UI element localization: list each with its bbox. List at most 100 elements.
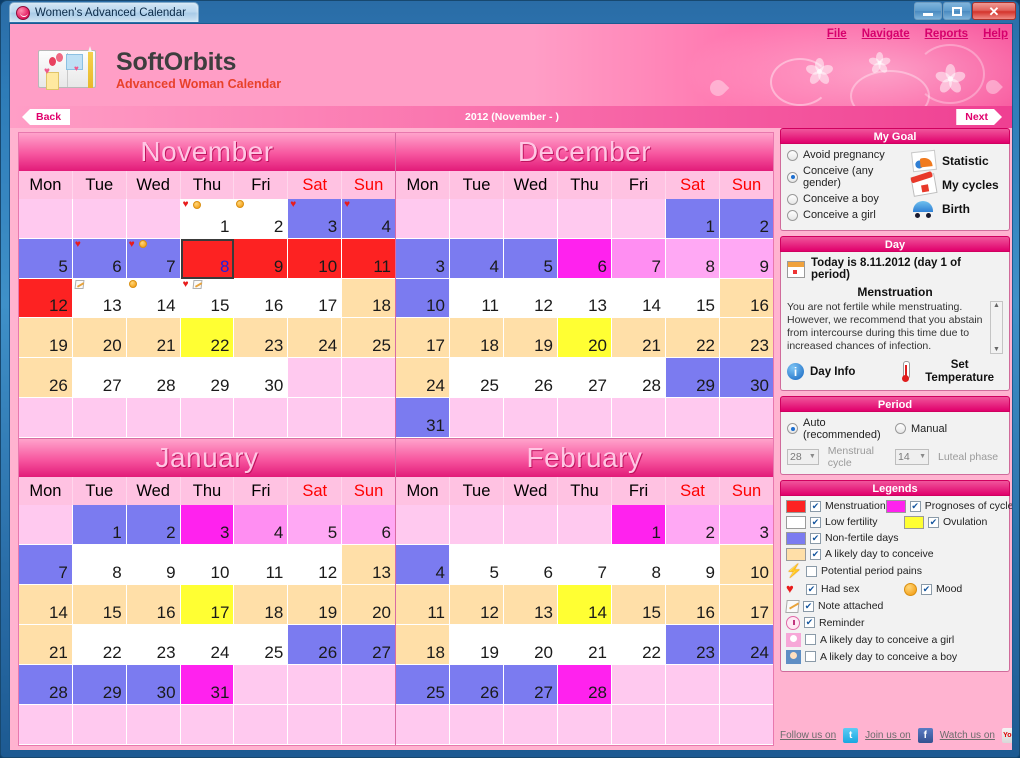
twitter-icon[interactable]: t — [843, 728, 858, 743]
day-cell[interactable]: 25 — [234, 625, 288, 665]
day-cell[interactable]: 13 — [504, 585, 558, 625]
day-cell[interactable]: 18 — [396, 625, 450, 665]
day-cell[interactable]: 20 — [504, 625, 558, 665]
legend-item[interactable]: ✔Prognoses of cycle — [886, 500, 1013, 513]
day-cell[interactable]: 22 — [666, 318, 720, 358]
period-manual-option[interactable]: Manual — [895, 423, 1003, 435]
back-button[interactable]: Back — [22, 109, 70, 125]
day-cell[interactable]: 19 — [288, 585, 342, 625]
legend-checkbox[interactable]: ✔ — [803, 601, 814, 612]
day-cell[interactable]: 17 — [181, 585, 235, 625]
day-cell[interactable]: 22 — [181, 318, 235, 358]
day-cell[interactable]: 30 — [127, 665, 181, 705]
day-cell[interactable]: 20 — [558, 318, 612, 358]
day-cell[interactable]: 1 — [612, 505, 666, 545]
day-cell[interactable]: 19 — [450, 625, 504, 665]
day-cell[interactable]: 2 — [234, 199, 288, 239]
day-cell[interactable]: 13 — [73, 279, 127, 319]
description-scrollbar[interactable]: ▲ ▼ — [990, 301, 1003, 354]
day-cell[interactable]: 12 — [288, 545, 342, 585]
day-cell[interactable]: 10 — [181, 545, 235, 585]
day-cell[interactable]: 14 — [558, 585, 612, 625]
maximize-button[interactable] — [943, 2, 971, 20]
day-cell[interactable]: 14 — [19, 585, 73, 625]
legend-checkbox[interactable] — [805, 634, 816, 645]
day-cell[interactable]: 28 — [127, 358, 181, 398]
radio-icon[interactable] — [787, 194, 798, 205]
day-cell[interactable]: ♥7 — [127, 239, 181, 279]
birth-button[interactable]: Birth — [912, 199, 1003, 219]
legend-checkbox[interactable]: ✔ — [804, 617, 815, 628]
day-cell[interactable]: 7 — [612, 239, 666, 279]
day-cell[interactable]: 5 — [450, 545, 504, 585]
day-cell[interactable]: 11 — [234, 545, 288, 585]
day-cell[interactable]: 25 — [396, 665, 450, 705]
day-cell[interactable]: 12 — [19, 279, 73, 319]
legend-item[interactable]: ✔Ovulation — [904, 516, 987, 529]
goal-option-avoid-pregnancy[interactable]: Avoid pregnancy — [787, 149, 912, 161]
set-temperature-button[interactable]: Set Temperature — [901, 359, 1003, 385]
day-cell[interactable]: 26 — [504, 358, 558, 398]
day-cell[interactable]: 8 — [612, 545, 666, 585]
day-cell[interactable]: 17 — [288, 279, 342, 319]
twitter-link[interactable]: Follow us on — [780, 730, 836, 741]
legend-checkbox[interactable]: ✔ — [810, 533, 821, 544]
day-cell[interactable]: 21 — [558, 625, 612, 665]
day-info-button[interactable]: i Day Info — [787, 363, 901, 380]
day-cell[interactable]: 24 — [396, 358, 450, 398]
legend-checkbox[interactable]: ✔ — [910, 501, 921, 512]
day-cell[interactable]: 11 — [342, 239, 395, 279]
day-cell[interactable]: 19 — [504, 318, 558, 358]
day-cell[interactable]: 28 — [558, 665, 612, 705]
day-cell[interactable]: 17 — [396, 318, 450, 358]
day-cell[interactable]: 28 — [612, 358, 666, 398]
day-cell[interactable]: 10 — [288, 239, 342, 279]
facebook-icon[interactable]: f — [918, 728, 933, 743]
day-cell[interactable]: 17 — [720, 585, 773, 625]
radio-icon[interactable] — [787, 210, 798, 221]
legend-checkbox[interactable] — [806, 566, 817, 577]
day-cell[interactable]: 23 — [127, 625, 181, 665]
day-cell[interactable]: 3 — [396, 239, 450, 279]
day-cell[interactable]: 3 — [720, 505, 773, 545]
day-cell[interactable]: 16 — [666, 585, 720, 625]
day-cell[interactable]: 29 — [73, 665, 127, 705]
close-button[interactable]: ✕ — [972, 2, 1016, 20]
legend-item[interactable]: ✔Note attached — [786, 600, 904, 613]
my-cycles-button[interactable]: My cycles — [912, 175, 1003, 195]
day-cell[interactable]: 6 — [558, 239, 612, 279]
day-cell[interactable]: 9 — [666, 545, 720, 585]
legend-item[interactable]: ♥✔Had sex — [786, 582, 904, 597]
day-cell[interactable]: 8 — [73, 545, 127, 585]
day-cell[interactable]: 18 — [450, 318, 504, 358]
day-cell[interactable]: 8 — [666, 239, 720, 279]
legend-checkbox[interactable]: ✔ — [921, 584, 932, 595]
day-cell[interactable]: 4 — [396, 545, 450, 585]
next-button[interactable]: Next — [956, 109, 1002, 125]
day-cell[interactable]: 16 — [234, 279, 288, 319]
day-cell[interactable]: 5 — [288, 505, 342, 545]
day-cell[interactable]: 13 — [558, 279, 612, 319]
period-auto-option[interactable]: Auto (recommended) — [787, 417, 895, 441]
radio-icon[interactable] — [787, 423, 798, 434]
legend-checkbox[interactable]: ✔ — [928, 517, 939, 528]
day-cell[interactable]: ♥6 — [73, 239, 127, 279]
menstrual-cycle-select[interactable]: 28 ▼ — [787, 449, 819, 465]
day-cell[interactable]: 22 — [612, 625, 666, 665]
facebook-link[interactable]: Join us on — [865, 730, 911, 741]
menu-item-navigate[interactable]: Navigate — [862, 28, 910, 40]
goal-option-conceive-girl[interactable]: Conceive a girl — [787, 209, 912, 221]
legend-item[interactable]: ✔Low fertility — [786, 516, 904, 529]
day-cell[interactable]: 18 — [342, 279, 395, 319]
day-cell[interactable]: 11 — [450, 279, 504, 319]
scroll-down-icon[interactable]: ▼ — [993, 346, 1000, 353]
day-cell[interactable]: 21 — [127, 318, 181, 358]
legend-checkbox[interactable]: ✔ — [810, 517, 821, 528]
youtube-icon[interactable]: You — [1002, 728, 1013, 743]
day-cell[interactable]: 2 — [127, 505, 181, 545]
day-cell[interactable]: 23 — [666, 625, 720, 665]
day-cell[interactable]: 4 — [450, 239, 504, 279]
legend-item[interactable]: A likely day to conceive a girl — [786, 633, 904, 647]
menu-item-reports[interactable]: Reports — [925, 28, 968, 40]
day-cell[interactable]: 20 — [73, 318, 127, 358]
